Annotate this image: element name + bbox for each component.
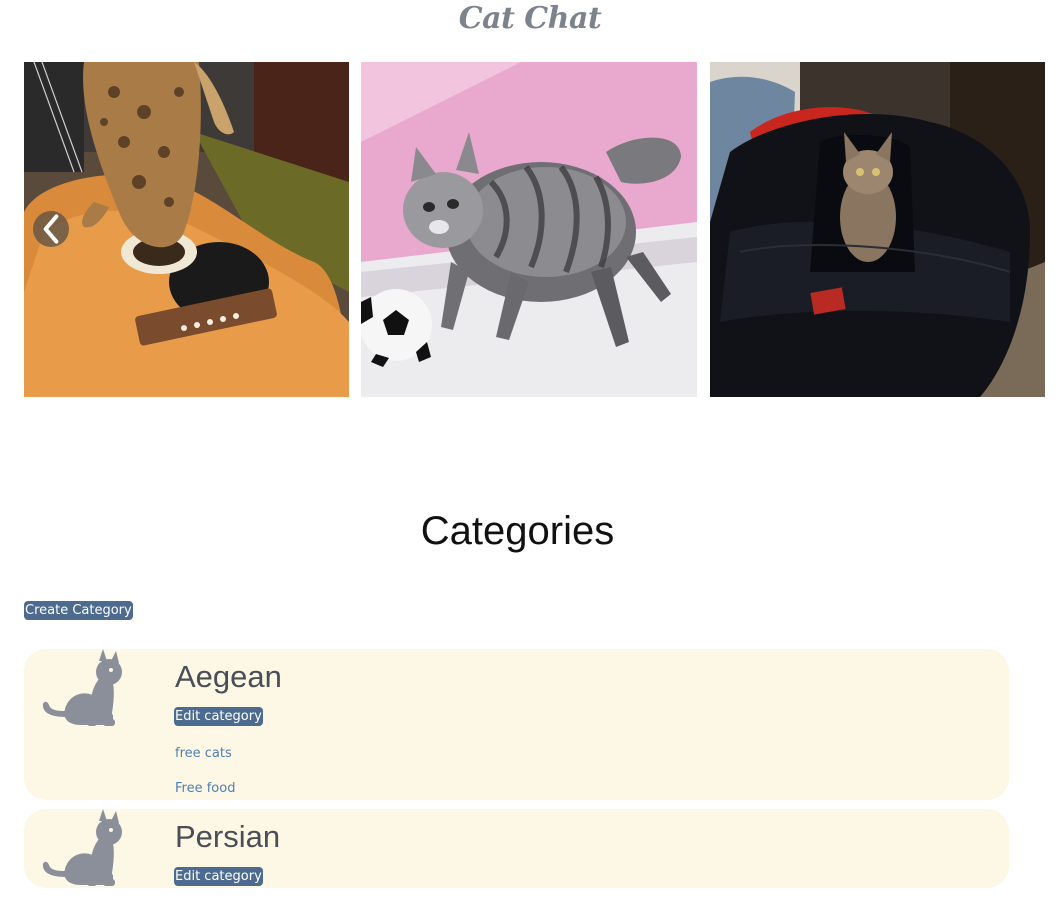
categories-heading: Categories — [420, 509, 615, 553]
edit-category-button[interactable]: Edit category — [174, 867, 263, 886]
edit-category-button[interactable]: Edit category — [174, 707, 263, 726]
cat-icon — [42, 649, 122, 726]
subcategory-link[interactable]: free cats — [175, 745, 232, 763]
subcategory-link[interactable]: Free food — [175, 780, 235, 798]
category-name[interactable]: Aegean — [175, 659, 282, 695]
carousel-slide-kitten-with-ball[interactable] — [361, 62, 697, 397]
carousel-slide-cat-on-guitar[interactable] — [24, 62, 349, 397]
image-carousel[interactable] — [24, 62, 1045, 397]
page: Cat Chat Categories Create Category Aege… — [0, 0, 1060, 903]
category-card-aegean: Aegean Edit category free cats Free food — [24, 649, 1009, 800]
site-title[interactable]: Cat Chat — [0, 0, 1060, 36]
chevron-left-icon — [43, 214, 59, 244]
create-category-button[interactable]: Create Category — [24, 601, 133, 620]
category-card-persian: Persian Edit category — [24, 809, 1009, 888]
kitten-with-ball-image — [361, 62, 697, 397]
carousel-prev-button[interactable] — [33, 211, 69, 247]
cat-icon — [42, 809, 122, 886]
category-name[interactable]: Persian — [175, 819, 280, 855]
kitten-in-bag-image — [710, 62, 1045, 397]
cat-on-guitar-image — [24, 62, 349, 397]
carousel-slide-kitten-in-bag[interactable] — [710, 62, 1045, 397]
